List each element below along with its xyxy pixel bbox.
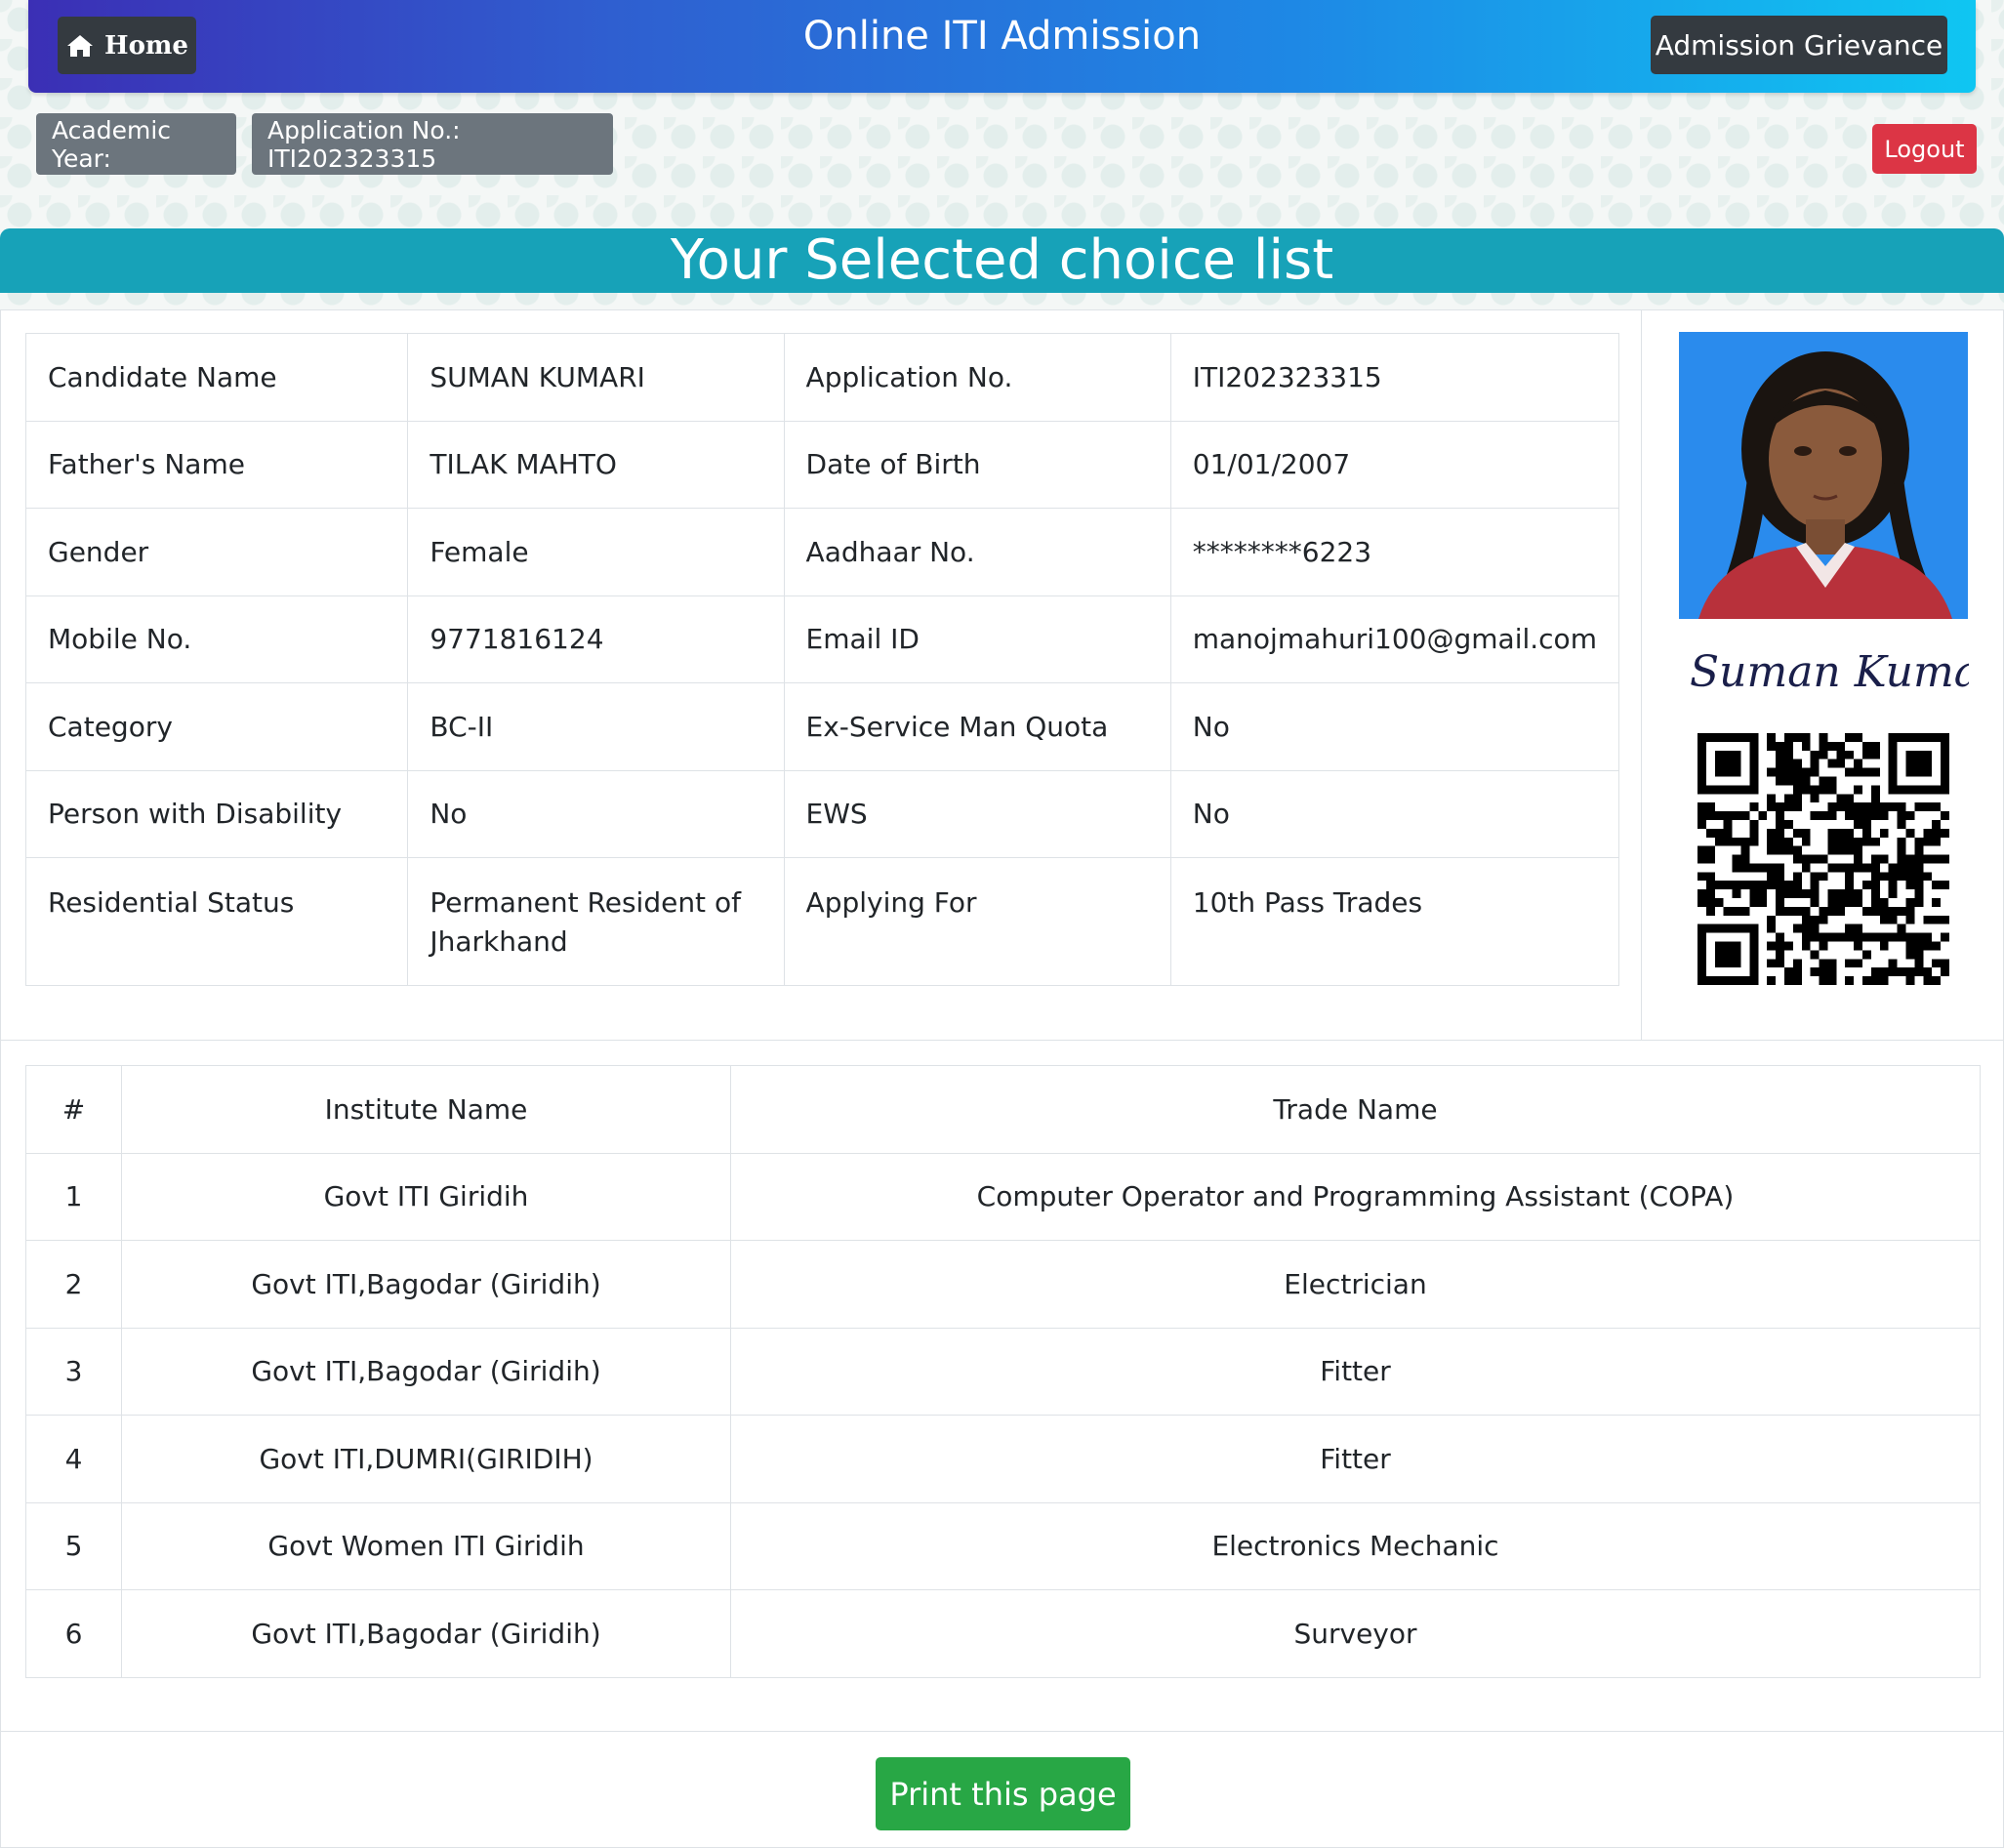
field-label: Applying For xyxy=(783,857,1171,986)
application-number-badge: Application No.: ITI202323315 xyxy=(252,113,613,175)
field-label: Gender xyxy=(24,508,409,596)
field-label: Person with Disability xyxy=(24,769,409,858)
field-value: SUMAN KUMARI xyxy=(407,333,785,422)
choice-number: 4 xyxy=(25,1415,122,1503)
column-header-number: # xyxy=(25,1065,122,1154)
field-value: 9771816124 xyxy=(407,595,785,683)
field-value: 10th Pass Trades xyxy=(1169,857,1620,986)
trade-name: Surveyor xyxy=(730,1589,1981,1678)
field-value: BC-II xyxy=(407,682,785,771)
details-row: Residential Status Permanent Resident of … xyxy=(24,857,1620,986)
qr-code xyxy=(1697,733,1949,985)
trade-name: Computer Operator and Programming Assist… xyxy=(730,1152,1981,1241)
field-label: Mobile No. xyxy=(24,595,409,683)
institute-name: Govt Women ITI Giridih xyxy=(121,1501,731,1590)
field-label: Email ID xyxy=(783,595,1171,683)
field-value: Female xyxy=(407,508,785,596)
institute-name: Govt ITI,DUMRI(GIRIDIH) xyxy=(121,1415,731,1503)
table-row: 5 Govt Women ITI Giridih Electronics Mecha… xyxy=(25,1501,1981,1590)
choices-table: # Institute Name Trade Name 1 Govt ITI Gi… xyxy=(25,1065,1981,1678)
field-value: manojmahuri100@gmail.com xyxy=(1169,595,1620,683)
field-label: Date of Birth xyxy=(783,420,1171,509)
field-value: ITI202323315 xyxy=(1169,333,1620,422)
candidate-photo xyxy=(1679,332,1968,619)
field-value: ********6223 xyxy=(1169,508,1620,596)
table-row: 6 Govt ITI,Bagodar (Giridih) Surveyor xyxy=(25,1589,1981,1678)
field-label: Residential Status xyxy=(24,857,409,986)
admission-grievance-button[interactable]: Admission Grievance xyxy=(1651,16,1947,74)
field-label: Application No. xyxy=(783,333,1171,422)
column-header-trade: Trade Name xyxy=(730,1065,1981,1154)
choice-list-card: Candidate Name SUMAN KUMARI Application No… xyxy=(0,309,2004,1848)
top-navbar: Home Online ITI Admission Admission Grie… xyxy=(28,0,1976,93)
choice-number: 1 xyxy=(25,1152,122,1241)
field-label: Ex-Service Man Quota xyxy=(783,682,1171,771)
table-row: 4 Govt ITI,DUMRI(GIRIDIH) Fitter xyxy=(25,1415,1981,1503)
logout-button[interactable]: Logout xyxy=(1872,124,1977,174)
trade-name: Electronics Mechanic xyxy=(730,1501,1981,1590)
print-button[interactable]: Print this page xyxy=(876,1757,1130,1830)
table-row: 2 Govt ITI,Bagodar (Giridih) Electrician xyxy=(25,1240,1981,1329)
card-divider xyxy=(1,1731,2004,1732)
candidate-details-table: Candidate Name SUMAN KUMARI Application No… xyxy=(24,333,1620,986)
choices-header-row: # Institute Name Trade Name xyxy=(25,1065,1981,1154)
choice-number: 3 xyxy=(25,1327,122,1416)
choice-number: 5 xyxy=(25,1501,122,1590)
trade-name: Fitter xyxy=(730,1327,1981,1416)
institute-name: Govt ITI,Bagodar (Giridih) xyxy=(121,1327,731,1416)
field-label: Aadhaar No. xyxy=(783,508,1171,596)
signature-text: Suman Kumari xyxy=(1690,647,1969,697)
field-value: 01/01/2007 xyxy=(1169,420,1620,509)
field-value: No xyxy=(1169,682,1620,771)
institute-name: Govt ITI Giridih xyxy=(121,1152,731,1241)
trade-name: Electrician xyxy=(730,1240,1981,1329)
choice-number: 6 xyxy=(25,1589,122,1678)
details-row: Candidate Name SUMAN KUMARI Application No… xyxy=(24,333,1620,422)
institute-name: Govt ITI,Bagodar (Giridih) xyxy=(121,1589,731,1678)
column-header-institute: Institute Name xyxy=(121,1065,731,1154)
details-row: Category BC-II Ex-Service Man Quota No xyxy=(24,682,1620,771)
field-label: Category xyxy=(24,682,409,771)
card-divider xyxy=(1641,310,1642,1041)
card-divider xyxy=(1,1040,2004,1041)
field-value: Permanent Resident of Jharkhand xyxy=(407,857,785,986)
candidate-signature: Suman Kumari xyxy=(1680,633,1969,711)
details-row: Gender Female Aadhaar No. ********6223 xyxy=(24,508,1620,596)
table-row: 3 Govt ITI,Bagodar (Giridih) Fitter xyxy=(25,1327,1981,1416)
field-value: TILAK MAHTO xyxy=(407,420,785,509)
academic-year-badge: Academic Year: xyxy=(36,113,236,175)
page-title: Your Selected choice list xyxy=(0,228,2004,293)
trade-name: Fitter xyxy=(730,1415,1981,1503)
details-row: Father's Name TILAK MAHTO Date of Birth 01/… xyxy=(24,420,1620,509)
field-value: No xyxy=(407,769,785,858)
choice-number: 2 xyxy=(25,1240,122,1329)
field-label: Candidate Name xyxy=(24,333,409,422)
details-row: Mobile No. 9771816124 Email ID manojmahuri1… xyxy=(24,595,1620,683)
field-label: Father's Name xyxy=(24,420,409,509)
details-row: Person with Disability No EWS No xyxy=(24,769,1620,858)
table-row: 1 Govt ITI Giridih Computer Operator and P… xyxy=(25,1152,1981,1241)
institute-name: Govt ITI,Bagodar (Giridih) xyxy=(121,1240,731,1329)
field-value: No xyxy=(1169,769,1620,858)
field-label: EWS xyxy=(783,769,1171,858)
